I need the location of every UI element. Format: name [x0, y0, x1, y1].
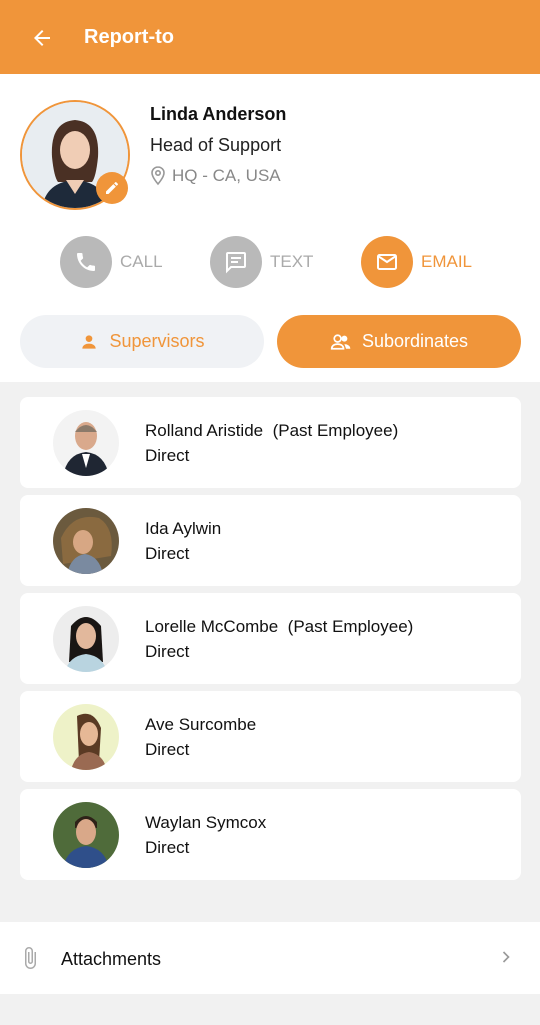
text-button[interactable]: TEXT [210, 236, 313, 288]
tab-supervisors[interactable]: Supervisors [20, 315, 264, 368]
profile-avatar-wrap [20, 100, 130, 210]
profile-section: Linda Anderson Head of Support HQ - CA, … [0, 74, 540, 382]
tab-subordinates-label: Subordinates [361, 331, 469, 351]
relation-tabs: Supervisors Subordinates [0, 315, 540, 369]
avatar [53, 704, 119, 770]
email-button[interactable]: EMAIL [361, 236, 472, 288]
profile-name: Linda Anderson [150, 104, 287, 124]
subordinate-name: Ida Aylwin [145, 519, 222, 538]
tab-supervisors-label: Supervisors [109, 331, 205, 351]
message-icon [226, 252, 246, 274]
subordinate-relation: Direct [145, 740, 190, 759]
list-item[interactable]: Ida Aylwin Direct [20, 495, 521, 586]
attachments-row[interactable]: Attachments [0, 922, 540, 994]
call-label: CALL [120, 252, 163, 271]
subordinate-name: Lorelle McCombe (Past Employee) [145, 617, 414, 636]
profile-role: Head of Support [150, 135, 282, 155]
list-item[interactable]: Rolland Aristide (Past Employee) Direct [20, 397, 521, 488]
list-item[interactable]: Ave Surcombe Direct [20, 691, 521, 782]
email-circle [361, 236, 413, 288]
contact-actions: CALL TEXT EMAIL [0, 236, 540, 290]
subordinate-name: Waylan Symcox [145, 813, 267, 832]
profile-location: HQ - CA, USA [150, 166, 281, 186]
call-circle [60, 236, 112, 288]
tab-subordinates[interactable]: Subordinates [277, 315, 521, 368]
subordinate-relation: Direct [145, 838, 190, 857]
back-button[interactable] [28, 24, 56, 52]
pencil-icon [106, 181, 119, 194]
text-label: TEXT [270, 252, 314, 271]
arrow-left-icon [34, 30, 50, 46]
call-button[interactable]: CALL [60, 236, 163, 288]
text-circle [210, 236, 262, 288]
email-label: EMAIL [421, 252, 473, 271]
avatar [53, 606, 119, 672]
location-pin-icon [151, 166, 165, 186]
avatar [53, 802, 119, 868]
list-item[interactable]: Waylan Symcox Direct [20, 789, 521, 880]
people-icon [330, 333, 351, 350]
subordinate-relation: Direct [145, 642, 190, 661]
list-item[interactable]: Lorelle McCombe (Past Employee) Direct [20, 593, 521, 684]
subordinate-name: Ave Surcombe [145, 715, 257, 734]
page-title: Report-to [84, 26, 174, 48]
profile-location-text: HQ - CA, USA [172, 166, 281, 185]
avatar [53, 508, 119, 574]
app-bar: Report-to [0, 0, 540, 74]
person-icon [82, 334, 97, 349]
mail-icon [377, 254, 397, 270]
chevron-right-icon [502, 951, 510, 963]
edit-photo-button[interactable] [96, 172, 128, 204]
attachments-label: Attachments [61, 949, 162, 969]
subordinate-name: Rolland Aristide (Past Employee) [145, 421, 399, 440]
phone-icon [77, 253, 95, 271]
subordinate-relation: Direct [145, 446, 190, 465]
subordinate-relation: Direct [145, 544, 190, 563]
avatar [53, 410, 119, 476]
paperclip-icon [25, 947, 36, 969]
